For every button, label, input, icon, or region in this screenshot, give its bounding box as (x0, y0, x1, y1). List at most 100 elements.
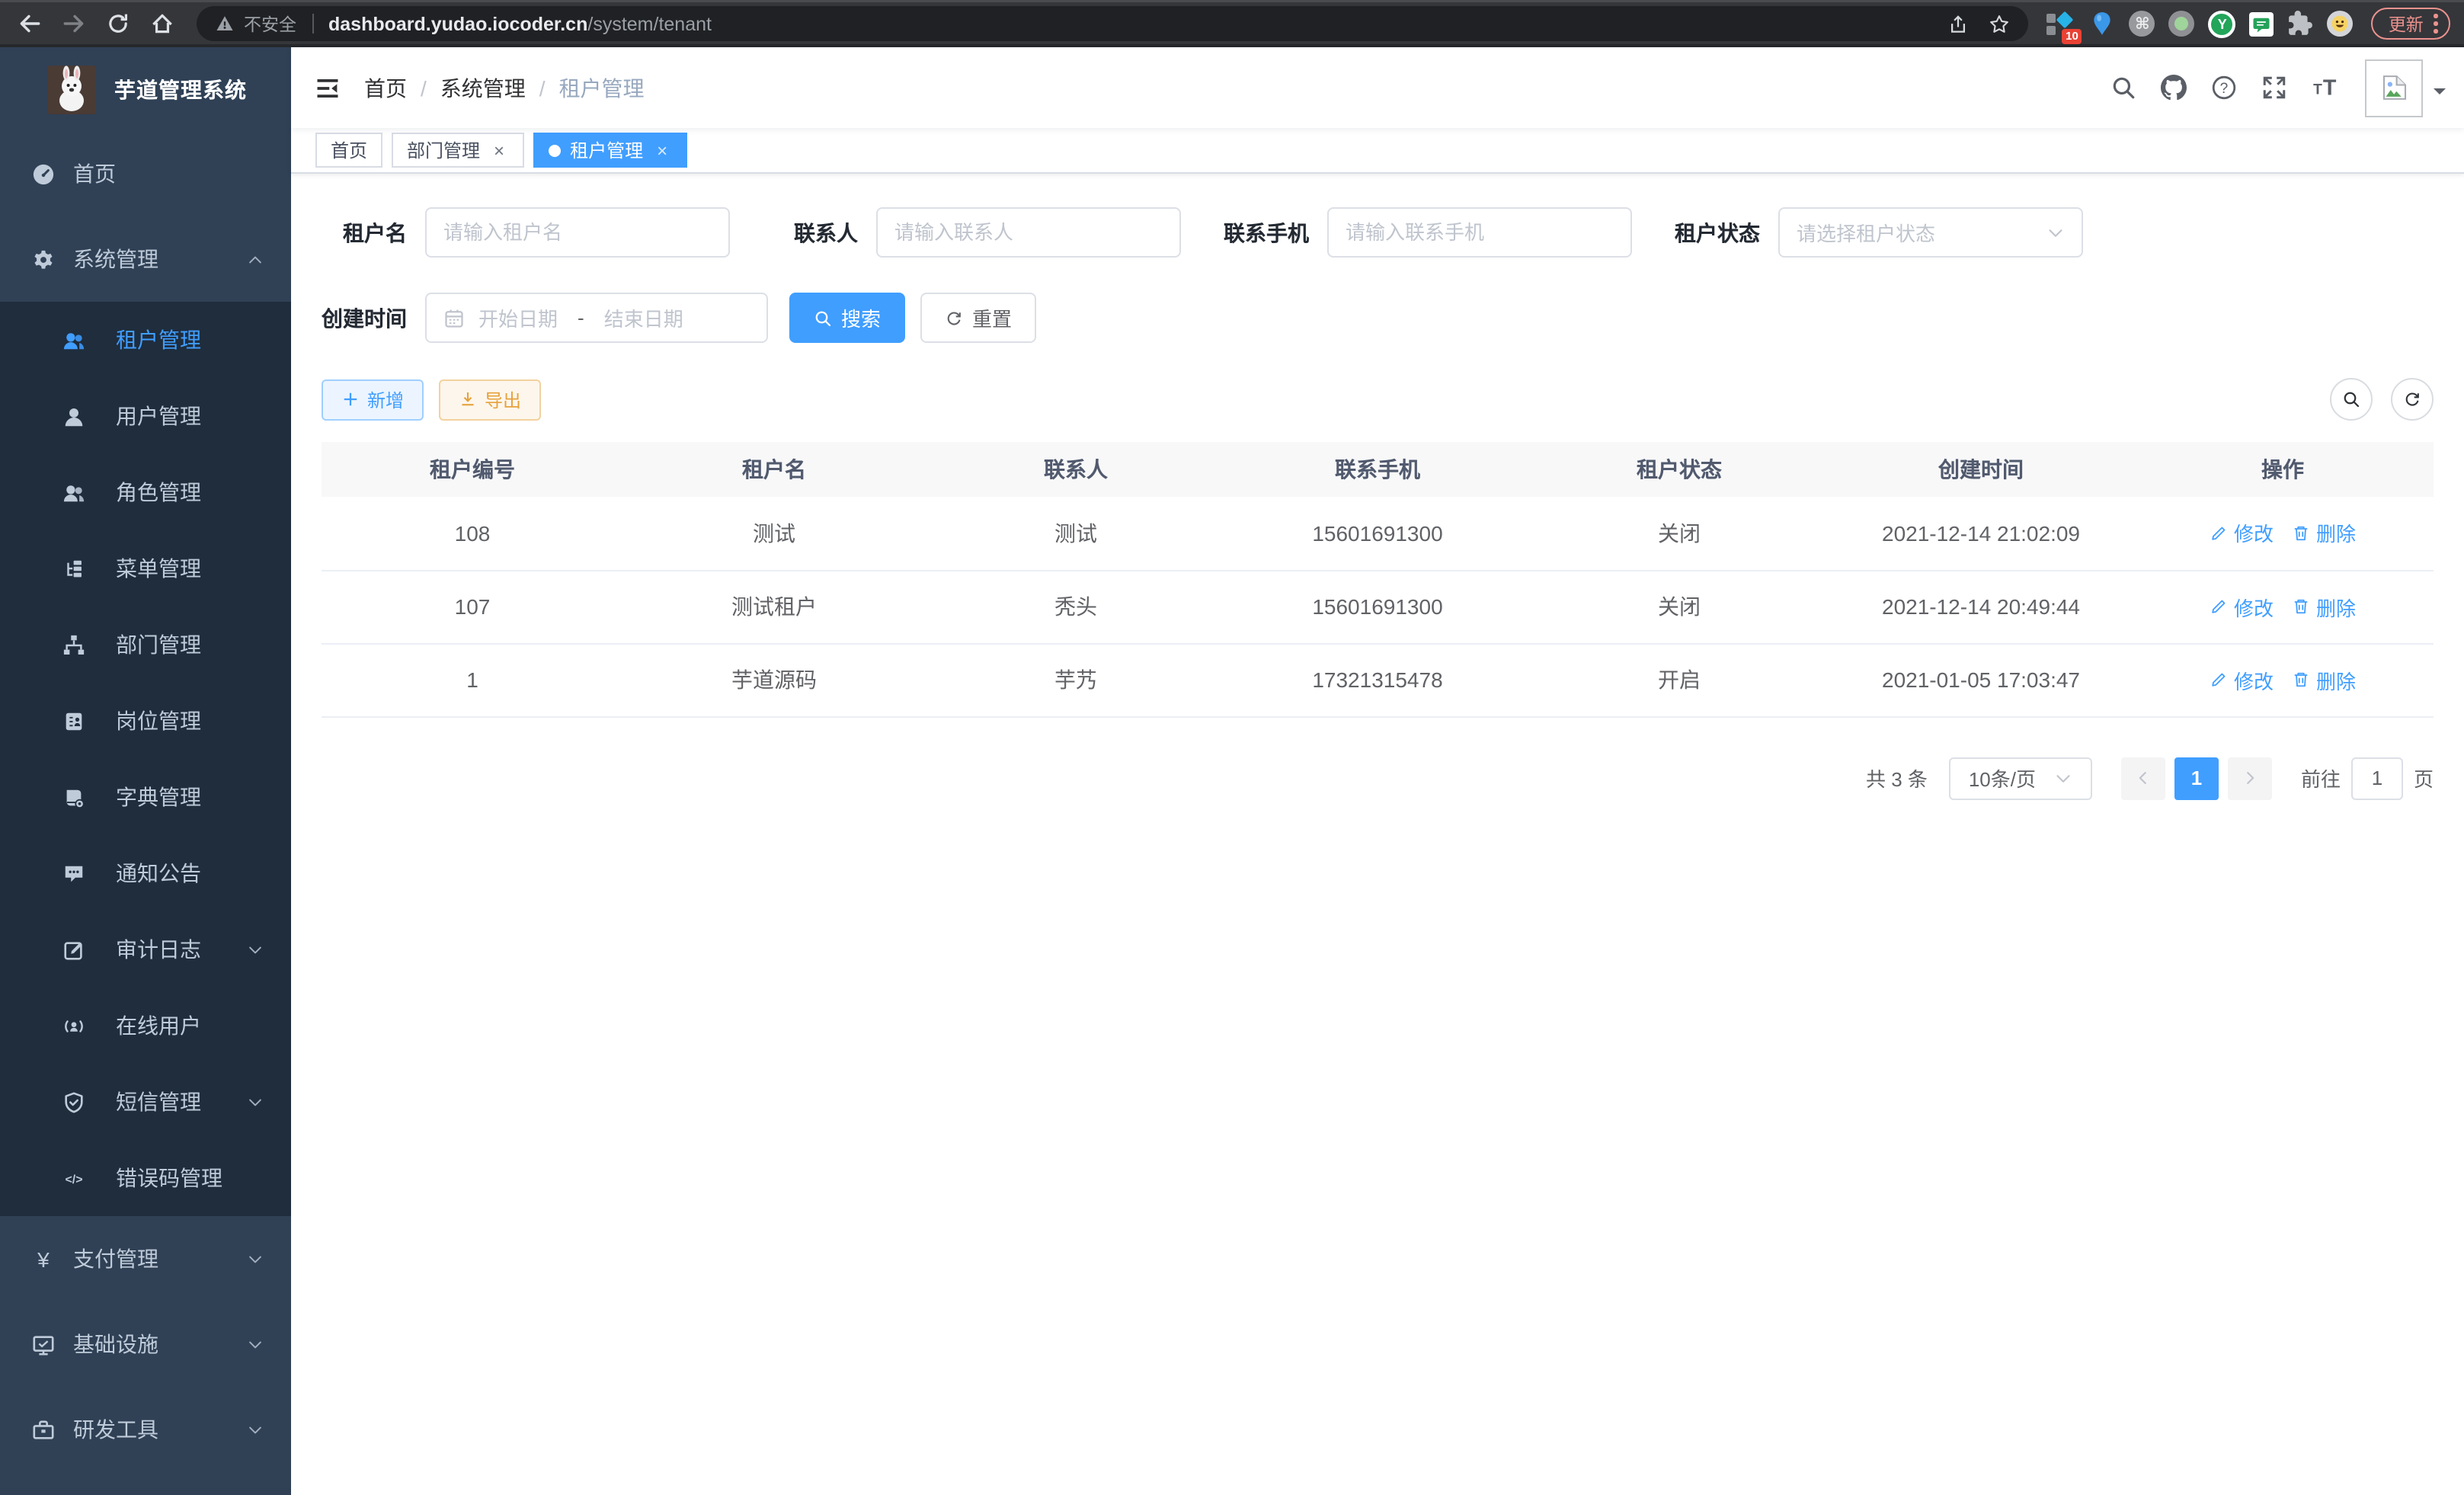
close-icon[interactable]: × (652, 139, 672, 161)
browser-home-icon[interactable] (140, 2, 184, 46)
contact-input[interactable] (876, 207, 1181, 258)
cell-status: 开启 (1528, 643, 1830, 716)
header-search-icon[interactable] (2098, 62, 2149, 113)
refresh-icon (945, 309, 963, 327)
tree-icon (61, 556, 85, 581)
edit-link[interactable]: 修改 (2210, 665, 2274, 694)
chat-extension-icon[interactable] (2250, 11, 2274, 36)
sidebar: 芋道管理系统 首页系统管理租户管理用户管理角色管理菜单管理部门管理岗位管理字典管… (0, 47, 291, 1495)
sidebar-item-7[interactable]: 岗位管理 (0, 683, 291, 759)
chevron-down-icon (247, 1336, 264, 1353)
reset-button[interactable]: 重置 (920, 293, 1036, 343)
help-icon[interactable]: ? (2199, 62, 2249, 113)
column-header-0: 租户编号 (322, 442, 623, 497)
sidebar-item-9[interactable]: 通知公告 (0, 835, 291, 911)
column-header-5: 创建时间 (1830, 442, 2132, 497)
extensions-puzzle-icon[interactable] (2288, 11, 2314, 37)
edit-link[interactable]: 修改 (2210, 592, 2274, 621)
page-size-select[interactable]: 10条/页 (1949, 757, 2092, 799)
cell-actions: 修改删除 (2132, 570, 2434, 643)
browser-forward-icon[interactable] (52, 2, 96, 46)
user-avatar[interactable] (2365, 59, 2423, 117)
create-time-label: 创建时间 (322, 303, 407, 333)
sidebar-item-6[interactable]: 部门管理 (0, 607, 291, 683)
tenant-status-select[interactable]: 请选择租户状态 (1778, 207, 2083, 258)
bookmark-star-icon[interactable] (1989, 13, 2011, 34)
pinned-extension-icon[interactable]: 10 (2047, 10, 2076, 37)
url-host: dashboard.yudao.iocoder.cn (328, 13, 587, 34)
y-extension-icon[interactable]: Y (2209, 10, 2236, 37)
font-size-icon[interactable]: TT (2299, 62, 2350, 113)
sidebar-item-10[interactable]: 审计日志 (0, 911, 291, 988)
security-warning-icon[interactable] (215, 14, 235, 34)
chevron-right-icon (2242, 770, 2258, 786)
sidebar-item-11[interactable]: 在线用户 (0, 988, 291, 1064)
toggle-search-button[interactable] (2330, 378, 2373, 421)
sidebar-item-15[interactable]: 基础设施 (0, 1301, 291, 1387)
edit-icon (61, 937, 85, 962)
sidebar-item-label: 通知公告 (116, 858, 201, 888)
breadcrumb-home[interactable]: 首页 (364, 72, 407, 103)
sidebar-item-1[interactable]: 系统管理 (0, 216, 291, 302)
tag-0[interactable]: 首页 (315, 133, 382, 168)
app-logo[interactable]: 芋道管理系统 (0, 47, 291, 131)
command-extension-icon[interactable]: ⌘ (2130, 11, 2155, 37)
delete-link[interactable]: 删除 (2292, 592, 2356, 621)
sidebar-item-3[interactable]: 用户管理 (0, 378, 291, 454)
recorder-extension-icon[interactable] (2169, 11, 2195, 37)
close-icon[interactable]: × (489, 139, 509, 161)
sidebar-item-13[interactable]: </>错误码管理 (0, 1140, 291, 1216)
tenant-name-input[interactable] (425, 207, 730, 258)
svg-text:¥: ¥ (36, 1247, 49, 1270)
edit-link[interactable]: 修改 (2210, 519, 2274, 548)
profile-avatar-icon[interactable] (2328, 11, 2354, 37)
github-icon[interactable] (2149, 62, 2199, 113)
search-button[interactable]: 搜索 (789, 293, 905, 343)
delete-link[interactable]: 删除 (2292, 665, 2356, 694)
cell-actions: 修改删除 (2132, 497, 2434, 570)
sidebar-toggle-icon[interactable] (291, 74, 364, 101)
delete-link[interactable]: 删除 (2292, 519, 2356, 548)
breadcrumb-system[interactable]: 系统管理 (440, 72, 526, 103)
sidebar-item-8[interactable]: 字典管理 (0, 759, 291, 835)
sidebar-item-2[interactable]: 租户管理 (0, 302, 291, 378)
cell-phone: 15601691300 (1227, 570, 1528, 643)
address-bar[interactable]: 不安全 dashboard.yudao.iocoder.cn/system/te… (197, 6, 2029, 41)
balloon-extension-icon[interactable] (2090, 11, 2116, 37)
sidebar-item-12[interactable]: 短信管理 (0, 1064, 291, 1140)
refresh-table-button[interactable] (2391, 378, 2434, 421)
next-page-button[interactable] (2228, 757, 2272, 799)
browser-reload-icon[interactable] (96, 2, 140, 46)
avatar-caret-icon[interactable] (2434, 88, 2446, 101)
export-button-label: 导出 (485, 386, 521, 412)
fullscreen-icon[interactable] (2249, 62, 2299, 113)
sidebar-item-16[interactable]: 研发工具 (0, 1387, 291, 1472)
badge-icon (61, 709, 85, 733)
add-button-label: 新增 (367, 386, 404, 412)
app-title: 芋道管理系统 (114, 74, 247, 104)
sidebar-item-14[interactable]: ¥支付管理 (0, 1216, 291, 1301)
sidebar-item-0[interactable]: 首页 (0, 131, 291, 216)
create-time-range-picker[interactable]: 开始日期 - 结束日期 (425, 293, 768, 343)
edit-label: 修改 (2234, 519, 2274, 548)
filter-status: 租户状态 请选择租户状态 (1675, 207, 2083, 258)
delete-label: 删除 (2316, 665, 2356, 694)
tag-2[interactable]: 租户管理× (533, 133, 687, 168)
browser-update-button[interactable]: 更新 (2372, 8, 2450, 40)
add-button[interactable]: 新增 (322, 379, 424, 420)
yen-icon: ¥ (30, 1247, 55, 1271)
sidebar-item-5[interactable]: 菜单管理 (0, 530, 291, 607)
page-1-button[interactable]: 1 (2174, 757, 2219, 799)
phone-label: 联系手机 (1224, 217, 1309, 248)
goto-page-input[interactable] (2351, 757, 2403, 799)
phone-input[interactable] (1327, 207, 1632, 258)
sidebar-item-label: 用户管理 (116, 401, 201, 431)
chevron-up-icon (247, 251, 264, 267)
share-icon[interactable] (1948, 13, 1970, 34)
browser-back-icon[interactable] (8, 2, 52, 46)
prev-page-button[interactable] (2121, 757, 2165, 799)
tag-1[interactable]: 部门管理× (392, 133, 524, 168)
sidebar-item-4[interactable]: 角色管理 (0, 454, 291, 530)
cell-status: 关闭 (1528, 497, 1830, 570)
export-button[interactable]: 导出 (439, 379, 541, 420)
